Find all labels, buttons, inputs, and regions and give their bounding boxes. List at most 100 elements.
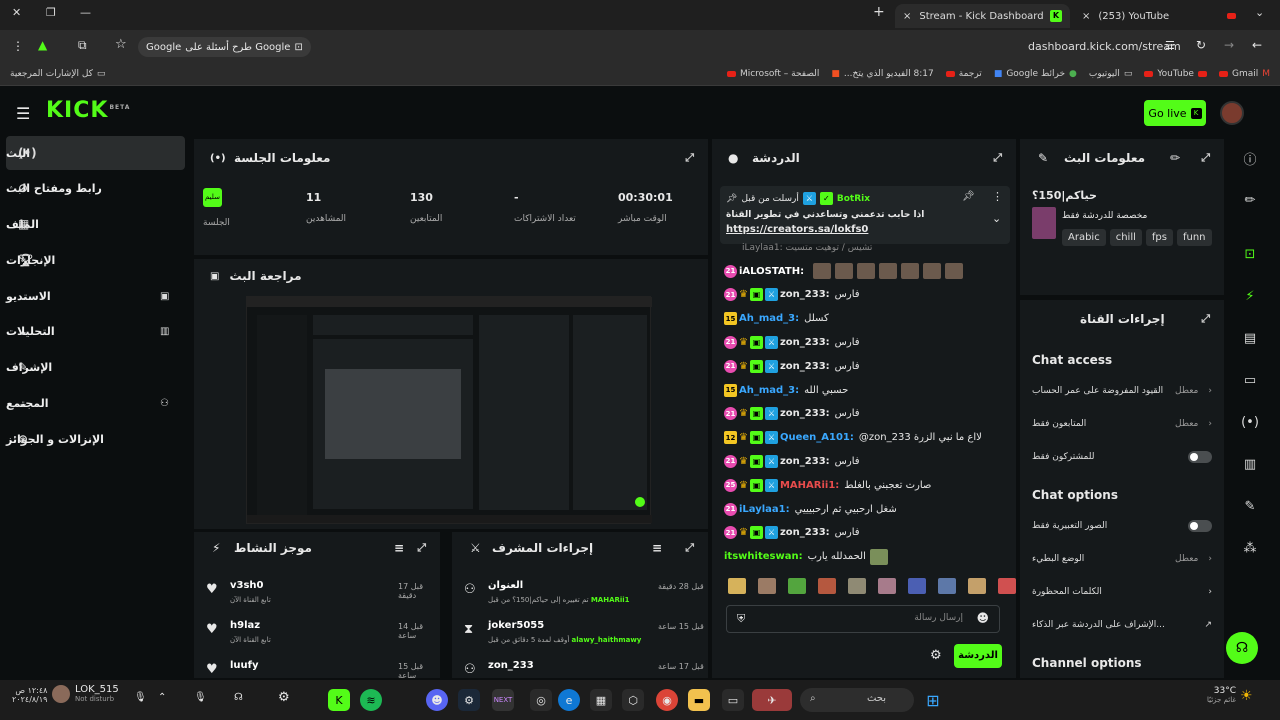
app-icon[interactable]: ✈ bbox=[752, 689, 792, 711]
all-bookmarks[interactable]: كل الإشارات المرجعية ▭ bbox=[10, 69, 105, 79]
bookmark-youtube[interactable]: YouTube bbox=[1144, 69, 1207, 79]
chat-message[interactable]: 21 iALOSTATH: bbox=[724, 262, 1010, 280]
expand-icon[interactable]: ⤢ bbox=[685, 541, 694, 555]
nav-stream[interactable]: (•) البث bbox=[6, 136, 185, 170]
pinned-message[interactable]: 📌︎ أرسلت من قبل ⚔ ✓ BotRix 📌︎ ⋮ ⌄ اذا حاب… bbox=[720, 186, 1010, 244]
banned-words-row[interactable]: الكلمات المحظورة › bbox=[1032, 577, 1212, 607]
chat-message[interactable]: 21 ♛ ▣ ⚔ zon_233: فارس bbox=[724, 333, 1010, 351]
tab-youtube[interactable]: × (253) YouTube bbox=[1074, 4, 1244, 28]
emote-icon[interactable] bbox=[878, 578, 896, 594]
kick-logo[interactable]: KICKBETA bbox=[46, 98, 130, 123]
bookmark-youtube-ar[interactable]: ▭ اليوتيوب bbox=[1089, 69, 1132, 79]
nav-moderation[interactable]: ✎ الإشراف bbox=[6, 350, 185, 384]
followers-only-row[interactable]: المتابعون فقط معطل › bbox=[1032, 409, 1212, 439]
send-chat-button[interactable]: الدردشة bbox=[954, 644, 1002, 668]
chat-username[interactable]: zon_233: bbox=[780, 408, 830, 419]
pinned-link[interactable]: https://creators.sa/lokfs0 bbox=[726, 224, 868, 235]
chat-username[interactable]: zon_233: bbox=[780, 289, 830, 300]
site-settings-icon[interactable]: ☰ bbox=[1165, 39, 1175, 52]
edit-icon[interactable]: ✏ bbox=[1170, 151, 1180, 165]
info-icon[interactable]: ⓘ bbox=[1232, 144, 1268, 172]
discord-user[interactable]: LOK_515 Not disturb bbox=[75, 684, 119, 703]
spotify-icon[interactable]: ≋ bbox=[360, 689, 382, 711]
menu-dots-icon[interactable]: ⋮ bbox=[12, 39, 24, 53]
chat-message[interactable]: 21 ♛ ▣ ⚔ zon_233: فارس bbox=[724, 524, 1010, 542]
bookmark-microsoft[interactable]: الصفحة – Microsoft bbox=[726, 69, 819, 79]
bookmark-video[interactable]: 8:17 الفيديو الذي يتخ... ■ bbox=[831, 69, 933, 79]
tab-close-icon[interactable]: × bbox=[1082, 11, 1090, 22]
hamburger-menu-icon[interactable]: ☰ bbox=[16, 104, 30, 123]
chat-message[interactable]: 21 ♛ ▣ ⚔ zon_233: فارس bbox=[724, 286, 1010, 304]
account-age-row[interactable]: القيود المفروضة على عمر الحساب معطل › bbox=[1032, 376, 1212, 406]
go-live-button[interactable]: Go live K bbox=[1144, 100, 1206, 126]
restore-window-icon[interactable]: ❐ bbox=[46, 6, 56, 19]
emote-icon[interactable] bbox=[788, 578, 806, 594]
chat-message[interactable]: 21 iLaylaa1: شغل ارحبيي ثم ارحبيييي bbox=[724, 500, 1010, 518]
chat-message[interactable]: 21 ♛ ▣ ⚔ zon_233: فارس bbox=[724, 405, 1010, 423]
mic-icon[interactable]: 🎙︎ bbox=[194, 692, 207, 703]
app-icon[interactable]: ⬡ bbox=[622, 689, 644, 711]
filter-icon[interactable]: ≡ bbox=[652, 541, 662, 555]
broadcast-icon[interactable]: (•) bbox=[1232, 408, 1268, 436]
stream-preview-video[interactable] bbox=[246, 296, 652, 524]
expand-icon[interactable]: ⤢ bbox=[417, 541, 426, 555]
subscribers-only-toggle[interactable] bbox=[1188, 451, 1212, 463]
nav-analytics[interactable]: ⌄ ▥ التحليلات bbox=[6, 314, 185, 348]
chat-message[interactable]: 12 ♛ ▣ ⚔ Queen_A101: @zon_233 لااع ما نبي الز… bbox=[724, 429, 1010, 447]
url-field[interactable]: dashboard.kick.com/stream bbox=[1028, 40, 1181, 53]
emote-icon[interactable] bbox=[728, 578, 746, 594]
emote-icon[interactable] bbox=[758, 578, 776, 594]
share-icon[interactable]: ⧉ bbox=[78, 38, 87, 53]
lightning-icon[interactable]: ⚡︎ bbox=[1232, 282, 1268, 310]
forward-icon[interactable]: → bbox=[1224, 38, 1234, 52]
app-icon[interactable]: ◎ bbox=[530, 689, 552, 711]
chat-username[interactable]: zon_233: bbox=[780, 527, 830, 538]
chat-username[interactable]: Ah_mad_3: bbox=[739, 313, 799, 324]
chat-username[interactable]: zon_233: bbox=[780, 361, 830, 372]
chat-username[interactable]: Ah_mad_3: bbox=[739, 385, 799, 396]
bookmark-gmail[interactable]: M Gmail bbox=[1218, 69, 1270, 79]
support-headset-icon[interactable]: ☊ bbox=[1226, 632, 1258, 664]
chat-username[interactable]: zon_233: bbox=[780, 337, 830, 348]
emote-icon[interactable] bbox=[998, 578, 1016, 594]
chat-message[interactable]: 21 ♛ ▣ ⚔ zon_233: فارس bbox=[724, 452, 1010, 470]
weather-widget[interactable]: 33°C غائم جزئيًا bbox=[1196, 686, 1236, 704]
chat-icon[interactable]: ▭ bbox=[1232, 366, 1268, 394]
chat-message[interactable]: 15 Ah_mad_3: كسلل bbox=[724, 310, 1010, 328]
ai-moderation-row[interactable]: الإشراف على الدردشة عبر الذكاء... ↗ bbox=[1032, 610, 1212, 640]
chat-username[interactable]: MAHARii1: bbox=[780, 480, 839, 491]
filter-icon[interactable]: ≡ bbox=[394, 541, 404, 555]
chat-message[interactable]: itswhiteswan: الحمدلله يارب bbox=[724, 548, 1010, 566]
chrome-icon[interactable]: ◉ bbox=[656, 689, 678, 711]
gear-icon[interactable]: ⚙ bbox=[278, 690, 290, 705]
tab-close-icon[interactable]: × bbox=[903, 11, 911, 22]
nav-drops[interactable]: ⊛ الإنزالات و الجوائز bbox=[6, 422, 185, 456]
layout-icon[interactable]: ▥ bbox=[1232, 450, 1268, 478]
edge-icon[interactable]: e bbox=[558, 689, 580, 711]
chevron-up-icon[interactable]: ⌃ bbox=[158, 692, 166, 703]
taskbar-search[interactable]: ⌕ بحث bbox=[800, 688, 914, 712]
nav-achievements[interactable]: 🏆︎ الإنجازات bbox=[6, 243, 185, 277]
discord-icon[interactable]: ☻ bbox=[426, 689, 448, 711]
windows-start-icon[interactable]: ⊞ bbox=[922, 689, 944, 711]
nav-profile[interactable]: ▦ الملف bbox=[6, 207, 185, 241]
emote-icon[interactable] bbox=[968, 578, 986, 594]
clock[interactable]: ١٢:٤٨ ص ٢٠٢٤/٨/١٩ bbox=[12, 686, 47, 704]
emote-icon[interactable] bbox=[818, 578, 836, 594]
bookmark-star-icon[interactable]: ☆ bbox=[115, 37, 127, 52]
next-app-icon[interactable]: NEXT bbox=[492, 689, 514, 711]
chat-message[interactable]: 21 ♛ ▣ ⚔ zon_233: فارس bbox=[724, 357, 1010, 375]
minimize-window-icon[interactable]: — bbox=[80, 6, 91, 19]
chat-username[interactable]: Queen_A101: bbox=[780, 432, 854, 443]
expand-icon[interactable]: ⤢ bbox=[993, 151, 1002, 165]
bookmark-translate[interactable]: ترجمة bbox=[945, 69, 982, 79]
emote-icon[interactable] bbox=[938, 578, 956, 594]
nav-community[interactable]: ⌄ ⚇ المجتمع bbox=[6, 386, 185, 420]
emoji-icon[interactable]: ☻ bbox=[976, 611, 989, 625]
avatar[interactable] bbox=[1220, 101, 1244, 125]
google-prompt-chip[interactable]: Google طرح أسئلة على Google ⊡ bbox=[138, 37, 311, 57]
tab-kick-dashboard[interactable]: × Stream - Kick Dashboard K bbox=[895, 4, 1070, 28]
back-icon[interactable]: ← bbox=[1252, 38, 1262, 52]
chat-username[interactable]: zon_233: bbox=[780, 456, 830, 467]
pin-icon[interactable]: 📌︎ bbox=[962, 191, 975, 202]
